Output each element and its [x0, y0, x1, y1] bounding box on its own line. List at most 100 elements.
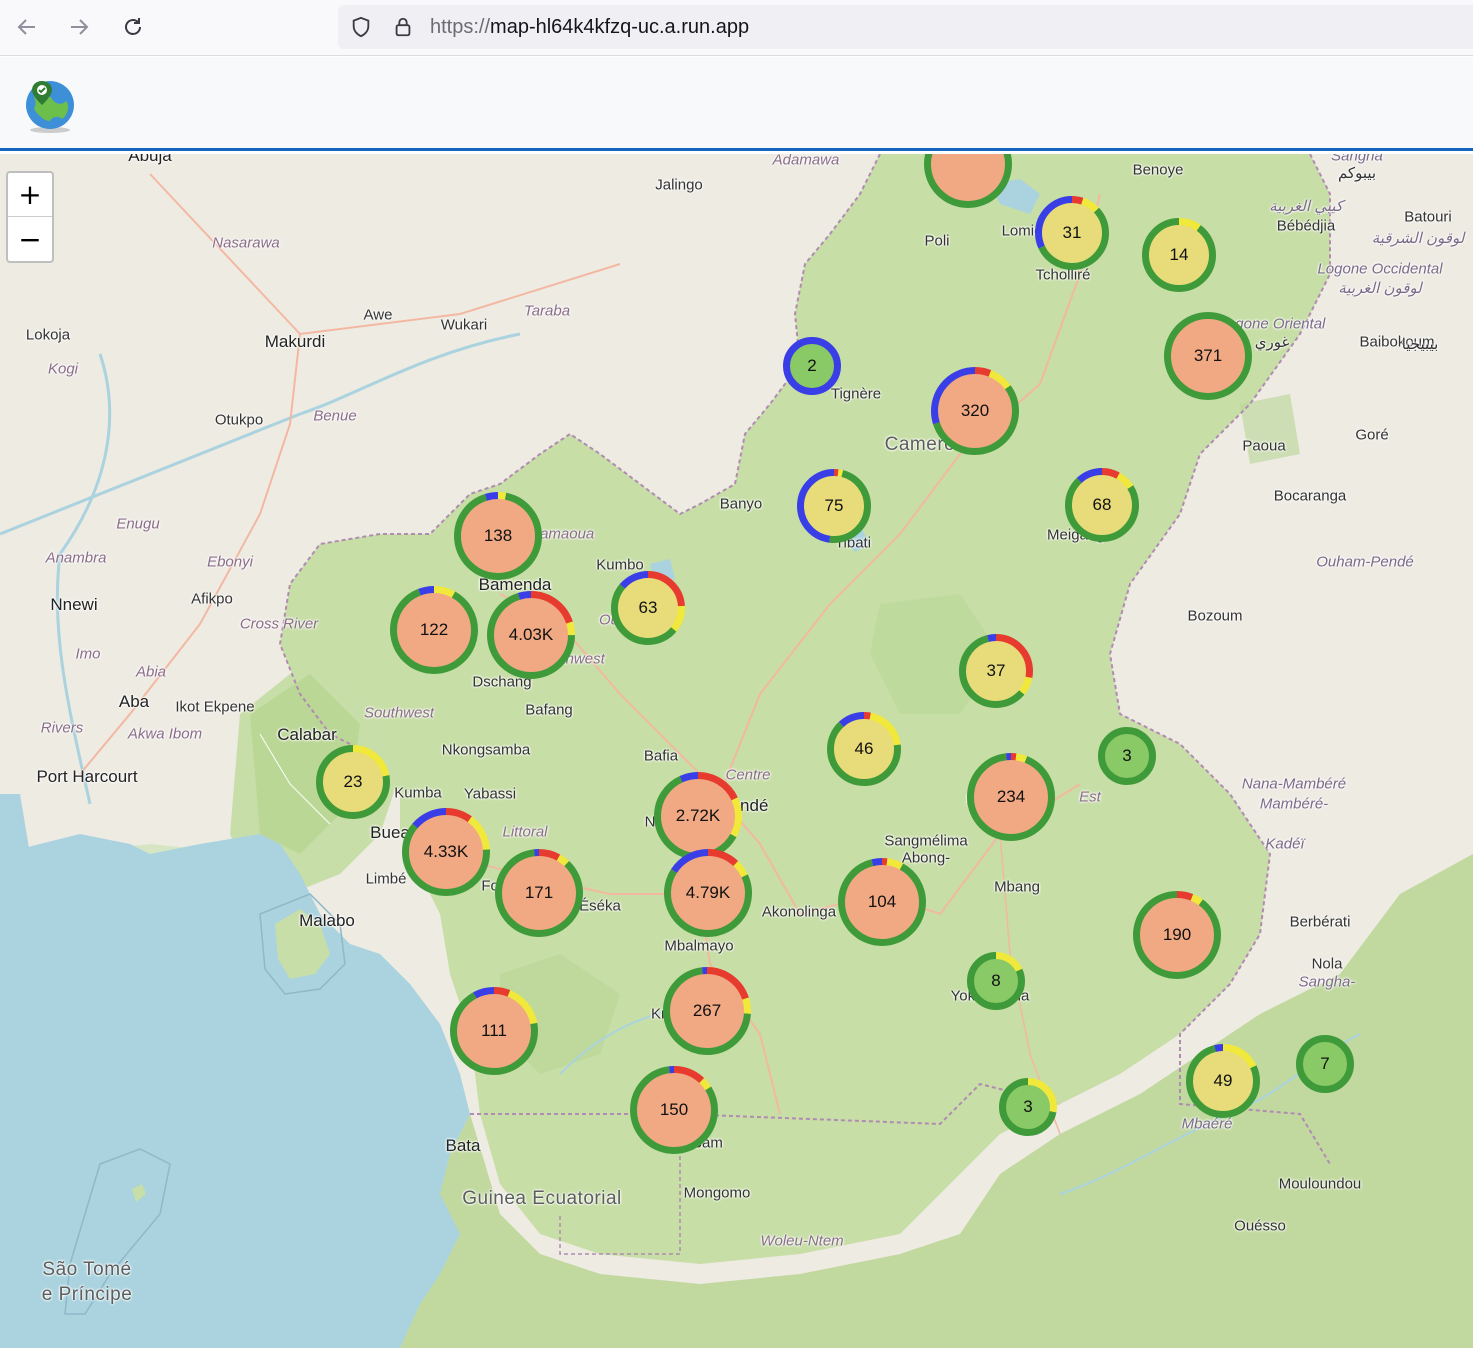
place-label: Nola: [1311, 955, 1343, 973]
place-label: Littoral: [502, 823, 548, 841]
place-label: Malabo: [299, 911, 355, 930]
place-label: Nkongsamba: [441, 741, 531, 759]
place-label: Nana-Mambéré: [1241, 775, 1347, 793]
place-label: Abia: [135, 663, 167, 681]
cluster-count: 2: [807, 356, 817, 375]
cluster-count: 8: [991, 971, 1001, 990]
shield-icon[interactable]: [350, 16, 372, 38]
cluster-marker[interactable]: 267: [663, 967, 751, 1055]
cluster-count: 23: [343, 772, 363, 791]
cluster-marker[interactable]: 3: [1098, 727, 1156, 785]
cluster-marker[interactable]: 49: [1186, 1044, 1260, 1118]
place-label: Ikot Ekpene: [175, 698, 255, 716]
cluster-marker[interactable]: 150: [630, 1066, 718, 1154]
cluster-marker[interactable]: 75: [797, 469, 871, 543]
place-label: Sangha-: [1298, 973, 1356, 991]
place-label: Batouri: [1404, 208, 1452, 226]
cluster-marker[interactable]: 320: [931, 367, 1019, 455]
place-label: Southwest: [363, 704, 435, 722]
place-label: Kadéï: [1265, 835, 1305, 853]
place-label: Kumba: [394, 784, 442, 802]
zoom-in-button[interactable]: +: [8, 173, 52, 217]
cluster-count: 4.33K: [423, 842, 469, 861]
place-label: São Tomé: [42, 1259, 132, 1280]
cluster-marker[interactable]: 2.72K: [654, 772, 742, 860]
place-label: Akwa Ibom: [127, 725, 203, 743]
cluster-marker[interactable]: 31: [1035, 196, 1109, 270]
place-label: e Príncipe: [41, 1284, 133, 1305]
cluster-count: 31: [1062, 223, 1082, 242]
place-label: Enugu: [116, 515, 160, 533]
basemap: [0, 154, 1473, 1348]
globe-pin-logo-icon[interactable]: [22, 75, 78, 140]
place-label: Jalingo: [655, 176, 703, 194]
cluster-marker[interactable]: 4.33K: [402, 808, 490, 896]
url-text[interactable]: https://map-hl64k4kfzq-uc.a.run.app: [430, 16, 749, 39]
cluster-marker[interactable]: 371: [1164, 312, 1252, 400]
place-label: بيبيجيا: [1401, 336, 1439, 353]
map-view[interactable]: Abuja Adamawa Jalingo Nasarawa Awe Wukari Tara…: [0, 154, 1473, 1348]
forward-button[interactable]: [62, 10, 96, 44]
cluster-marker[interactable]: 234: [967, 753, 1055, 841]
cluster-marker[interactable]: 171: [495, 849, 583, 937]
cluster-marker[interactable]: 4.79K: [664, 849, 752, 937]
place-label: Nasarawa: [212, 234, 280, 252]
cluster-marker[interactable]: 8: [967, 952, 1025, 1010]
cluster-count: [924, 154, 1012, 208]
cluster-count: 49: [1213, 1071, 1233, 1090]
place-label: Benue: [313, 407, 357, 425]
cluster-marker[interactable]: 37: [959, 634, 1033, 708]
cluster-marker[interactable]: [924, 154, 1012, 208]
place-label: Mouloundou: [1278, 1175, 1362, 1193]
app-header: [0, 57, 1473, 151]
place-label: Abuja: [128, 154, 172, 165]
place-label: Aba: [118, 692, 150, 711]
cluster-marker[interactable]: 7: [1296, 1035, 1354, 1093]
cluster-marker[interactable]: 2: [783, 337, 841, 395]
place-label: Logone Occidental: [1317, 260, 1443, 278]
cluster-marker[interactable]: 63: [611, 571, 685, 645]
cluster-marker[interactable]: 138: [454, 492, 542, 580]
place-label: Limbé: [365, 870, 407, 888]
cluster-count: 75: [824, 496, 844, 515]
cluster-marker[interactable]: 46: [827, 712, 901, 786]
place-label: Bafia: [643, 747, 679, 765]
cluster-marker[interactable]: 122: [390, 586, 478, 674]
cluster-marker[interactable]: 190: [1133, 891, 1221, 979]
place-label: Mbaéré: [1181, 1115, 1233, 1133]
place-label: Wukari: [440, 316, 488, 334]
place-label: Sangha: [1331, 154, 1383, 165]
place-label: Mbang: [994, 878, 1040, 896]
place-label: Adamawa: [772, 154, 840, 169]
cluster-marker[interactable]: 14: [1142, 218, 1216, 292]
place-label: Bébédjia: [1276, 217, 1336, 235]
cluster-marker[interactable]: 68: [1065, 468, 1139, 542]
zoom-control: + −: [6, 171, 54, 263]
place-label: Taraba: [523, 302, 571, 320]
cluster-marker[interactable]: 111: [450, 987, 538, 1075]
cluster-count: 68: [1092, 495, 1112, 514]
zoom-out-button[interactable]: −: [8, 217, 52, 261]
place-label: Calabar: [277, 725, 337, 744]
cluster-marker[interactable]: 104: [838, 858, 926, 946]
cluster-count: 320: [960, 401, 990, 420]
address-bar[interactable]: https://map-hl64k4kfzq-uc.a.run.app: [338, 5, 1473, 49]
lock-icon[interactable]: [392, 15, 414, 39]
reload-button[interactable]: [116, 10, 150, 44]
back-button[interactable]: [10, 10, 44, 44]
place-label: لوقون الشرقية: [1371, 230, 1465, 247]
place-label: Nnewi: [50, 595, 98, 614]
cluster-marker[interactable]: 3: [999, 1078, 1057, 1136]
cluster-marker[interactable]: 23: [316, 745, 390, 819]
place-label: Banyo: [719, 495, 763, 513]
place-label: لوقون الغربية: [1338, 280, 1422, 297]
place-label: Awe: [363, 306, 393, 324]
cluster-marker[interactable]: 4.03K: [487, 591, 575, 679]
place-label: Yabassi: [463, 785, 517, 803]
place-label: Mambéré-: [1259, 795, 1329, 813]
place-label: Rivers: [40, 719, 84, 737]
url-host: map-hl64k4kfzq-uc.a.run.app: [490, 16, 750, 38]
cluster-count: 234: [996, 787, 1026, 806]
place-label: Akonolinga: [761, 903, 837, 921]
place-label: غوري: [1254, 334, 1290, 351]
